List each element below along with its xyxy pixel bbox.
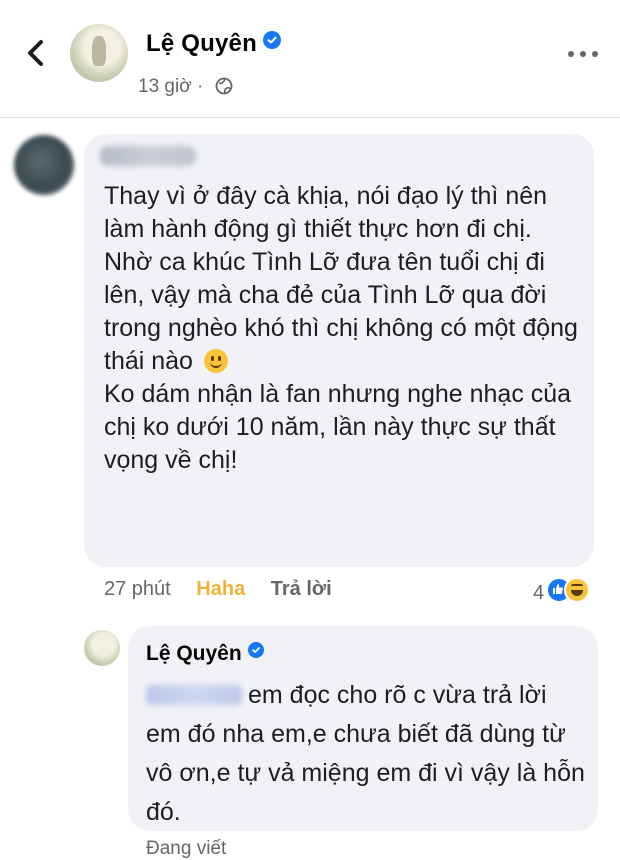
comment-paragraph: Ko dám nhận là fan nhưng nghe nhạc của c… [104,380,572,474]
typing-status: Đang viết [146,838,227,859]
smiley-emoji-icon [203,349,228,373]
reply-author-avatar[interactable] [84,630,120,666]
commenter-avatar[interactable] [14,135,74,195]
author-name-text[interactable]: Lệ Quyên [146,30,257,57]
verified-badge-icon [262,31,281,49]
reply-author-name-text[interactable]: Lệ Quyên [146,642,242,665]
comment-actions: 27 phút Haha Trả lời [104,578,352,601]
comment-paragraph: Thay vì ở đây cà khịa, nói đạo lý thì nê… [104,182,548,243]
haha-reaction-button[interactable]: Haha [196,578,245,600]
back-arrow-icon[interactable] [22,36,50,70]
reply-text: em đọc cho rõ c vừa trả lời em đó nha em… [146,676,586,832]
verified-badge-icon [247,642,264,658]
more-options-icon[interactable] [566,48,600,60]
author-avatar[interactable] [70,24,128,82]
comment-paragraph-with-emoji: Nhờ ca khúc Tình Lỡ đưa tên tuổi chị đi … [104,246,579,378]
reaction-count: 4 [533,582,545,604]
post-header: Lệ Quyên 13 giờ · [0,0,620,118]
comment-paragraph: Nhờ ca khúc Tình Lỡ đưa tên tuổi chị đi … [104,248,578,375]
reply-author-name[interactable]: Lệ Quyên [146,642,264,666]
reaction-summary[interactable]: 4 [533,577,591,605]
commenter-name-blurred[interactable] [100,146,196,166]
header-divider [0,117,620,118]
haha-reaction-icon [564,577,591,603]
mentioned-user-tag-blurred[interactable] [146,685,242,705]
comment-text: Thay vì ở đây cà khịa, nói đạo lý thì nê… [104,180,579,477]
post-time[interactable]: 13 giờ [138,76,192,97]
comment-time[interactable]: 27 phút [104,578,171,600]
post-meta: 13 giờ · [138,76,233,101]
reply-button[interactable]: Trả lời [271,578,332,600]
author-name[interactable]: Lệ Quyên [146,30,281,58]
globe-icon [215,77,233,101]
